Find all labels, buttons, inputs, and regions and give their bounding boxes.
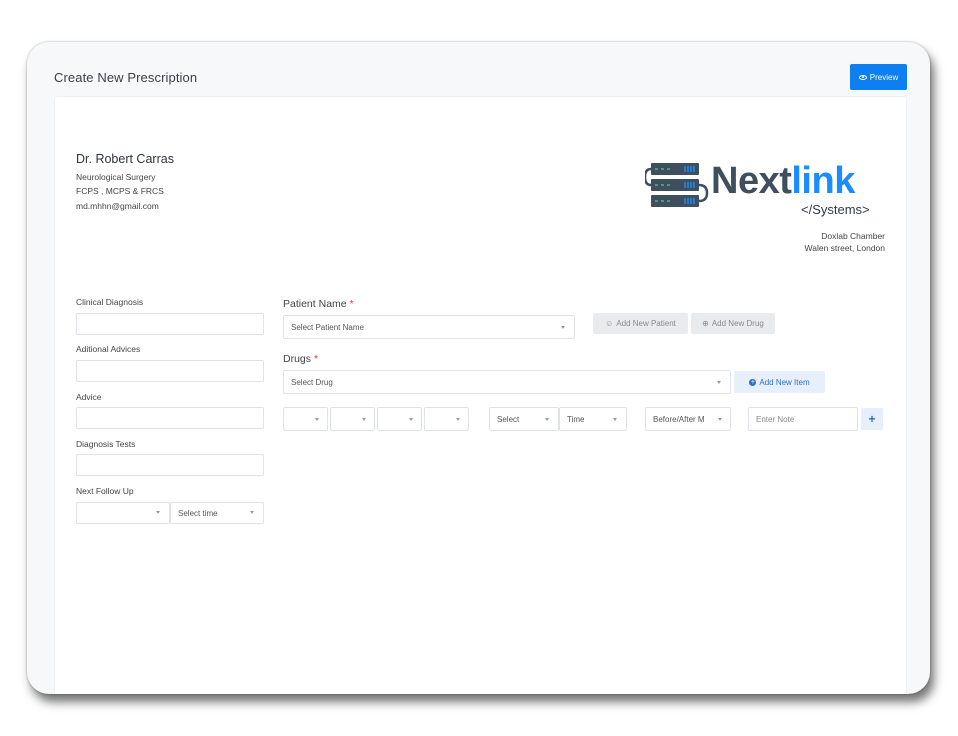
follow-up-time-select[interactable]: Select time	[170, 502, 264, 524]
patient-name-label: Patient Name *	[283, 298, 354, 310]
logo-wordmark: Nextlink	[711, 160, 855, 202]
plus-circle-icon: +	[749, 378, 757, 386]
server-stack-icon	[645, 163, 709, 207]
chevron-down-icon	[718, 418, 722, 421]
chevron-down-icon	[315, 418, 319, 421]
doctor-name: Dr. Robert Carras	[76, 152, 174, 166]
clinical-diagnosis-label: Clinical Diagnosis	[76, 297, 144, 307]
additional-advices-label: Aditional Advices	[76, 344, 141, 354]
drugs-label: Drugs *	[283, 353, 319, 365]
period-select[interactable]: Select	[489, 407, 559, 431]
plus-circle-outline-icon: ⊕	[702, 319, 709, 328]
diagnosis-tests-label: Diagnosis Tests	[76, 439, 136, 449]
add-drug-row-button[interactable]: +	[861, 408, 883, 430]
clinical-diagnosis-input[interactable]	[76, 313, 264, 335]
meal-timing-select[interactable]: Before/After M	[645, 407, 731, 431]
clinic-logo: Nextlink </Systems>	[645, 159, 885, 219]
app-window: Create New Prescription Preview Dr. Robe…	[27, 42, 930, 694]
chevron-down-icon	[717, 381, 721, 384]
chevron-down-icon	[613, 418, 617, 421]
clinic-address-line1: Doxlab Chamber	[821, 231, 885, 241]
doctor-qualifications: FCPS , MCPS & FRCS	[76, 186, 164, 196]
add-new-item-button[interactable]: + Add New Item	[734, 371, 825, 393]
diagnosis-tests-input[interactable]	[76, 454, 264, 476]
note-input[interactable]: Enter Note	[748, 407, 858, 431]
page-title: Create New Prescription	[54, 70, 198, 85]
dose-night-select[interactable]	[424, 407, 469, 431]
preview-button-label: Preview	[869, 72, 899, 82]
chevron-down-icon	[456, 418, 460, 421]
doctor-email: md.mhhn@gmail.com	[76, 201, 159, 211]
patient-name-select[interactable]: Select Patient Name	[283, 315, 575, 339]
follow-up-date-select[interactable]	[76, 502, 170, 524]
chevron-down-icon	[250, 511, 254, 514]
time-select[interactable]: Time	[559, 407, 627, 431]
chevron-down-icon	[409, 418, 413, 421]
dose-noon-select[interactable]	[330, 407, 375, 431]
clinic-address-line2: Walen street, London	[804, 243, 885, 253]
chevron-down-icon	[362, 418, 366, 421]
chevron-down-icon	[156, 511, 160, 514]
preview-button[interactable]: Preview	[850, 64, 907, 90]
additional-advices-input[interactable]	[76, 360, 264, 382]
add-new-drug-button[interactable]: ⊕ Add New Drug	[691, 313, 775, 334]
advice-label: Advice	[76, 392, 102, 402]
next-follow-up-label: Next Follow Up	[76, 486, 134, 496]
eye-icon	[858, 74, 867, 80]
user-add-icon: ☺	[605, 319, 614, 328]
chevron-down-icon	[561, 326, 565, 329]
dose-morning-select[interactable]	[283, 407, 328, 431]
drug-select[interactable]: Select Drug	[283, 370, 731, 394]
advice-input[interactable]	[76, 407, 264, 429]
doctor-specialty: Neurological Surgery	[76, 172, 156, 182]
chevron-down-icon	[545, 418, 549, 421]
logo-subtitle: </Systems>	[801, 202, 870, 217]
dose-evening-select[interactable]	[377, 407, 422, 431]
add-new-patient-button[interactable]: ☺ Add New Patient	[593, 313, 688, 334]
prescription-card: Dr. Robert Carras Neurological Surgery F…	[54, 96, 907, 694]
